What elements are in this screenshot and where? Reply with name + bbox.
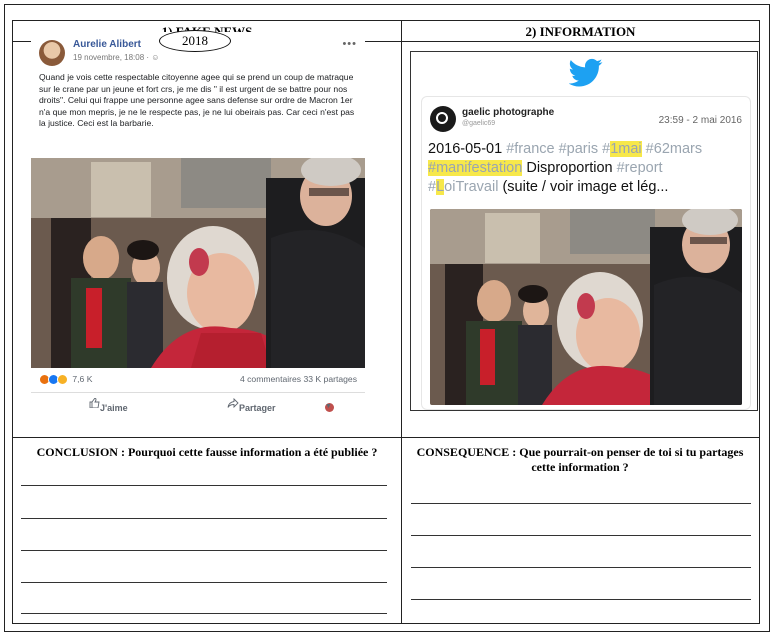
reaction-count: 7,6 K: [72, 374, 93, 384]
like-button[interactable]: J'aime: [89, 397, 128, 413]
question-consequence: CONSEQUENCE : Que pourrait-on penser de …: [416, 445, 744, 474]
tweet-text: 2016-05-01 #france #paris #1mai #62mars …: [428, 140, 748, 197]
comments-shares[interactable]: 4 commentaires 33 K partages: [240, 374, 357, 384]
answer-line: [21, 518, 387, 519]
hashtag-1mai-prefix[interactable]: #: [602, 141, 610, 157]
hashtag-1mai-highlight[interactable]: 1mai: [610, 141, 642, 157]
answer-line: [21, 550, 387, 551]
protest-photo: [430, 209, 742, 405]
header-information: 2) INFORMATION: [525, 24, 636, 39]
post-stats: 7,6 K 4 commentaires 33 K partages: [39, 374, 357, 388]
tweet-date-text: 2016-05-01: [428, 141, 507, 157]
hashtag-loitravail-highlight[interactable]: L: [436, 179, 445, 195]
facebook-post: Aurelie Alibert 19 novembre, 18:08 · ☺ •…: [31, 30, 365, 413]
post-text: Quand je vois cette respectable citoyenn…: [39, 72, 355, 129]
tweet-card: gaelic photographe @gaelic69 23:59 - 2 m…: [410, 51, 758, 411]
protest-photo: [31, 158, 365, 368]
hashtag-france[interactable]: #france: [506, 141, 558, 157]
hashtag-loitravail-rest[interactable]: oiTravail: [444, 179, 498, 195]
post-photo[interactable]: [31, 158, 365, 368]
question-conclusion: CONCLUSION : Pourquoi cette fausse infor…: [36, 445, 378, 459]
tweet-timestamp[interactable]: 23:59 - 2 mai 2016: [659, 115, 742, 126]
reactions[interactable]: 7,6 K: [39, 374, 93, 386]
answer-line: [21, 485, 387, 486]
post-actions: J'aime Partager ▼: [31, 392, 365, 413]
answer-line: [411, 599, 751, 600]
post-date[interactable]: 19 novembre, 18:08 · ☺: [73, 53, 159, 62]
question-divider: [13, 437, 759, 438]
author-avatar[interactable]: [39, 40, 65, 66]
tweet-handle[interactable]: @gaelic69: [462, 120, 495, 127]
tweet-photo[interactable]: [430, 209, 742, 405]
hashtag-paris[interactable]: #paris: [559, 141, 603, 157]
dropdown-arrow-icon: ▼: [325, 403, 332, 410]
like-label: J'aime: [100, 403, 128, 413]
tweet-word-disproportion: Disproportion: [522, 160, 617, 176]
sad-reaction-icon: [57, 374, 68, 386]
hashtag-loitravail-prefix[interactable]: #: [428, 179, 436, 195]
share-label: Partager: [239, 403, 276, 413]
tweet-author-name[interactable]: gaelic photographe: [462, 107, 554, 118]
thumbs-up-icon: [89, 397, 100, 409]
answer-line: [21, 613, 387, 614]
author-name[interactable]: Aurelie Alibert: [73, 39, 141, 50]
hashtag-report[interactable]: #report: [617, 160, 663, 176]
answer-line: [411, 535, 751, 536]
twitter-bird-icon: [569, 58, 603, 87]
hashtag-62mars[interactable]: #62mars: [642, 141, 702, 157]
answer-line: [411, 567, 751, 568]
share-button[interactable]: Partager: [227, 397, 276, 413]
year-annotation: 2018: [159, 30, 231, 52]
answer-line: [411, 503, 751, 504]
tweet-suite-text: (suite / voir image et lég...: [498, 179, 669, 195]
answer-line: [21, 582, 387, 583]
tweet-body: gaelic photographe @gaelic69 23:59 - 2 m…: [421, 96, 751, 410]
share-arrow-icon: [227, 397, 239, 409]
hashtag-manifestation[interactable]: #manifestation: [428, 160, 523, 176]
tweet-avatar[interactable]: [430, 106, 456, 132]
more-options-icon[interactable]: •••: [342, 38, 357, 50]
column-divider: [401, 21, 402, 623]
